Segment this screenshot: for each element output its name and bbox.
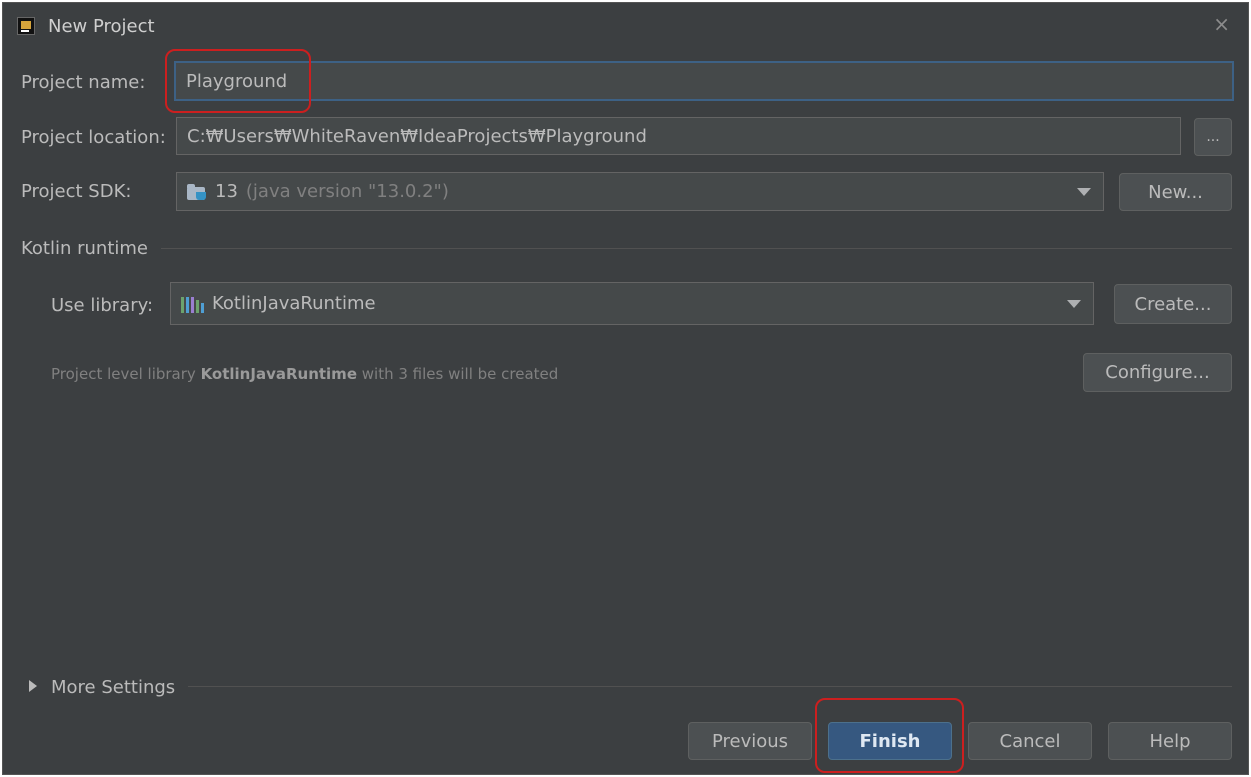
project-location-input[interactable]: C:₩Users₩WhiteRaven₩IdeaProjects₩Playgro… [176,117,1181,155]
cancel-button[interactable]: Cancel [968,722,1092,760]
configure-button[interactable]: Configure... [1083,353,1232,392]
more-settings-separator [188,686,1232,687]
library-bars-icon [181,295,204,313]
library-select[interactable]: KotlinJavaRuntime [170,282,1094,325]
chevron-down-icon [1077,187,1091,196]
previous-button[interactable]: Previous [688,722,812,760]
use-library-label: Use library: [51,295,154,316]
chevron-down-icon [1067,299,1081,308]
project-name-label: Project name: [21,72,146,93]
kotlin-runtime-separator [161,248,1232,249]
finish-button-highlight [815,698,964,773]
library-value: KotlinJavaRuntime [212,293,376,314]
project-name-highlight [165,49,311,113]
library-hint: Project level library KotlinJavaRuntime … [51,365,559,383]
project-sdk-label: Project SDK: [21,181,132,202]
create-library-button[interactable]: Create... [1114,284,1232,324]
project-name-input[interactable]: Playground [174,61,1234,101]
sdk-detail: (java version "13.0.2") [245,181,449,202]
java-sdk-folder-icon [187,183,209,201]
sdk-version: 13 [215,181,238,202]
help-button[interactable]: Help [1108,722,1232,760]
hint-library-name: KotlinJavaRuntime [200,365,357,383]
project-location-label: Project location: [21,127,166,148]
more-settings-toggle[interactable]: More Settings [51,677,175,698]
browse-button[interactable]: ... [1194,118,1232,156]
project-location-value: C:₩Users₩WhiteRaven₩IdeaProjects₩Playgro… [187,125,647,147]
expand-triangle-icon[interactable] [29,680,37,692]
project-sdk-select[interactable]: 13 (java version "13.0.2") [176,172,1104,211]
title-bar: New Project × [3,3,1248,49]
new-sdk-button[interactable]: New... [1119,173,1232,211]
close-icon[interactable]: × [1213,12,1230,36]
dialog-title: New Project [48,16,155,37]
kotlin-runtime-title: Kotlin runtime [21,238,148,259]
new-project-dialog: New Project × Project name: Playground P… [2,2,1249,775]
intellij-app-icon [17,17,35,35]
